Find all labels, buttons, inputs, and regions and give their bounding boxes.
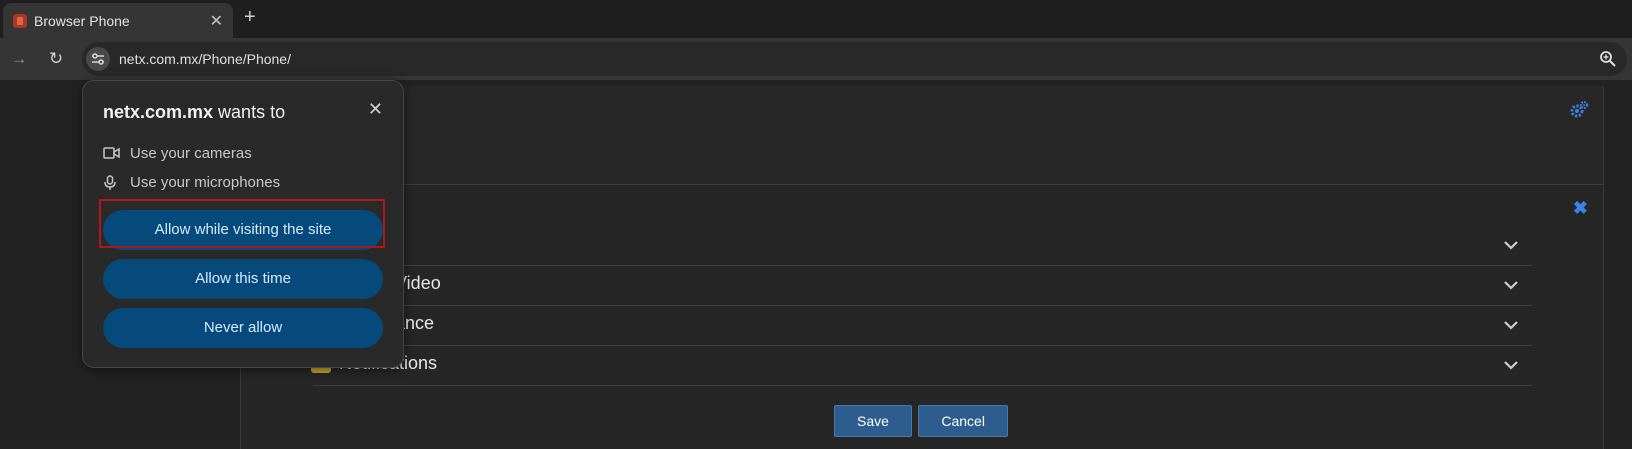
section-account[interactable]: t [313,226,1532,266]
section-notifications[interactable]: Notifications [311,346,1532,386]
chevron-down-icon [1504,361,1518,370]
permission-item-microphone: Use your microphones [103,174,353,192]
close-icon[interactable]: ✕ [368,99,383,120]
tab-close-icon[interactable]: ✕ [210,11,223,31]
url-text[interactable]: netx.com.mx/Phone/Phone/ [119,51,291,67]
permission-item-camera: Use your cameras [103,145,353,163]
forward-button[interactable]: → [8,48,30,70]
gears-icon[interactable] [1569,100,1589,120]
zoom-icon[interactable] [1599,50,1617,68]
settings-panel: ✖ t Video ance Notifications Save Canc [240,86,1604,449]
never-allow-button[interactable]: Never allow [103,308,383,348]
permission-origin: netx.com.mx [103,102,214,122]
permission-item-label: Use your cameras [130,145,252,162]
permission-prompt: netx.com.mx wants to ✕ Use your cameras … [82,80,404,368]
panel-header [241,86,1603,185]
save-button[interactable]: Save [834,405,912,437]
reload-button[interactable]: ↻ [45,48,67,70]
microphone-icon [104,175,116,190]
tab-strip: Browser Phone ✕ + [0,0,1632,38]
close-settings-icon[interactable]: ✖ [1573,198,1588,219]
allow-while-visiting-button[interactable]: Allow while visiting the site [103,210,383,250]
section-appearance[interactable]: ance [313,306,1532,346]
form-actions: Save Cancel [834,405,1010,437]
browser-toolbar: → ↻ netx.com.mx/Phone/Phone/ [0,38,1632,80]
permission-item-label: Use your microphones [130,174,281,191]
tab-title: Browser Phone [34,13,130,29]
chevron-down-icon [1504,321,1518,330]
camera-icon [103,147,120,159]
chevron-down-icon [1504,241,1518,250]
permission-title-suffix: wants to [213,102,286,122]
address-bar[interactable]: netx.com.mx/Phone/Phone/ [82,42,1627,76]
section-audio-video[interactable]: Video [313,266,1532,306]
permission-title: netx.com.mx wants to [103,102,285,123]
settings-sections: t Video ance Notifications [311,226,1532,386]
chevron-down-icon [1504,281,1518,290]
new-tab-button[interactable]: + [244,6,256,29]
cancel-button[interactable]: Cancel [918,405,1008,437]
tab-browser-phone[interactable]: Browser Phone ✕ [3,3,233,38]
favicon-icon [13,14,27,28]
allow-this-time-button[interactable]: Allow this time [103,259,383,299]
site-settings-icon[interactable] [86,47,110,71]
